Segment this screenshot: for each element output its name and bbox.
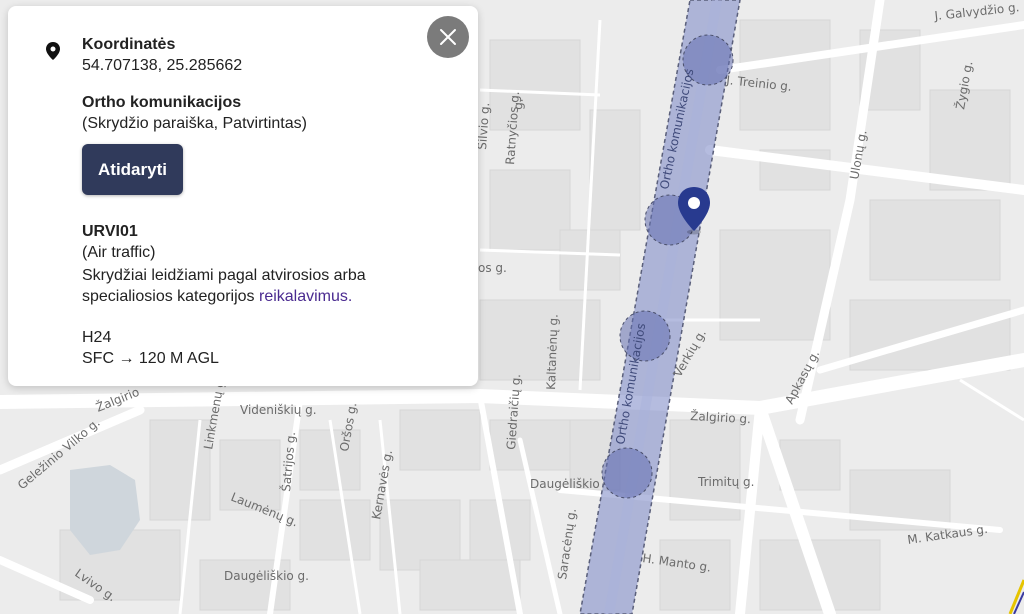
coordinates-value: 54.707138, 25.285662	[82, 57, 243, 74]
street-label-videniskiu: Videniškių g.	[240, 403, 317, 417]
street-label-zalgirio-right: Žalgirio g.	[690, 408, 751, 426]
street-label-os-g: os g.	[478, 261, 507, 275]
street-label-kaltanenu: Kaltanėnų g.	[544, 314, 561, 390]
area-code: URVI01	[82, 223, 138, 240]
close-button[interactable]	[427, 16, 469, 58]
street-label-daugeliskio-right: Daugėliškio	[530, 477, 600, 491]
close-icon	[440, 29, 456, 45]
street-label-daugeliskio-left: Daugėliškio g.	[224, 569, 309, 583]
area-description: Skrydžiai leidžiami pagal atvirosios arb…	[82, 265, 412, 307]
street-label-g: g.	[511, 98, 526, 110]
altitude-range: SFC → 120 M AGL	[82, 350, 219, 367]
location-pin-icon	[46, 42, 60, 65]
zone-name: Ortho komunikacijos	[82, 94, 242, 111]
coordinates-title: Koordinatės	[82, 36, 176, 53]
open-button[interactable]: Atidaryti	[82, 144, 183, 195]
street-label-trimitu: Trimitų g.	[697, 475, 754, 489]
zone-status: (Skrydžio paraiška, Patvirtintas)	[82, 115, 307, 132]
area-type: (Air traffic)	[82, 244, 156, 261]
map-marker-icon[interactable]	[676, 185, 712, 240]
schedule: H24	[82, 329, 112, 346]
info-popup: Koordinatės 54.707138, 25.285662 Ortho k…	[8, 6, 478, 386]
requirements-link[interactable]: reikalavimus.	[259, 288, 352, 305]
